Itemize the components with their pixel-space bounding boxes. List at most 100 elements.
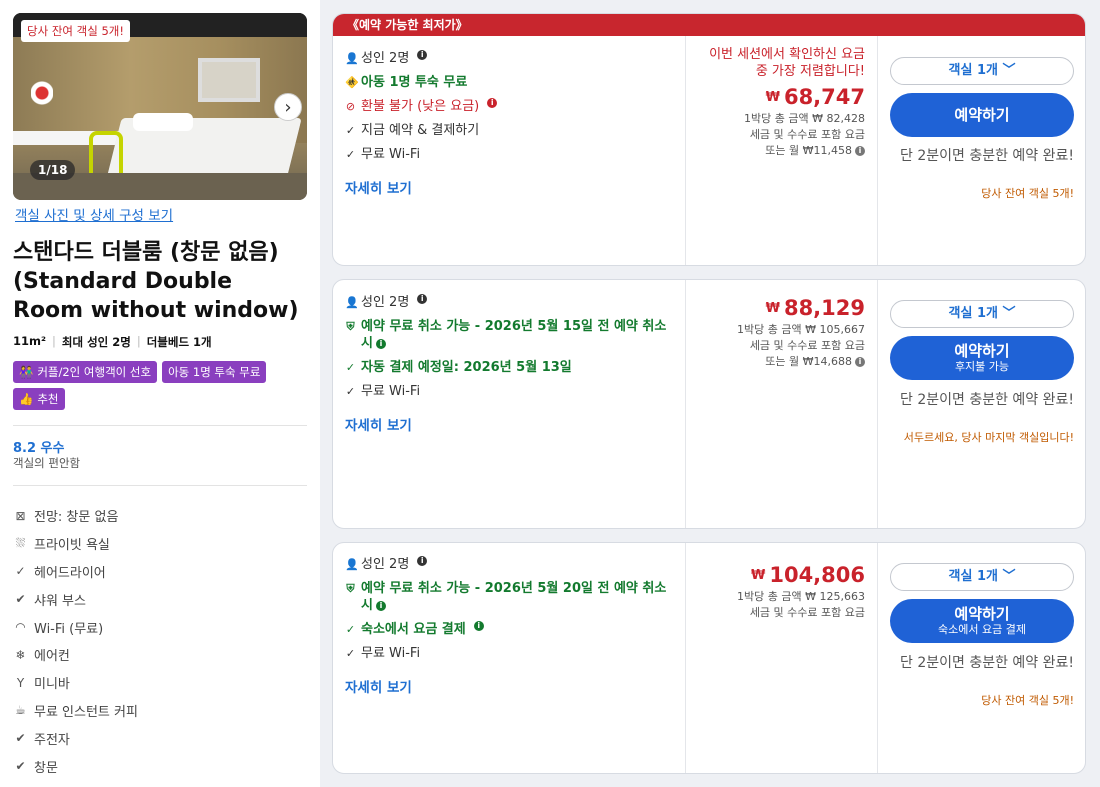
chevron-right-icon: ›: [284, 96, 292, 118]
feature-label: 예약 무료 취소 가능 - 2026년 5월 15일 전 예약 취소 시: [361, 319, 667, 351]
room-gallery-link[interactable]: 객실 사진 및 상세 구성 보기: [15, 204, 173, 224]
details-link[interactable]: 자세히 보기: [345, 177, 673, 197]
feature-wifi: ✓ 무료 Wi-Fi: [345, 146, 673, 163]
details-link[interactable]: 자세히 보기: [345, 414, 673, 434]
feature-wifi: ✓ 무료 Wi-Fi: [345, 383, 673, 400]
room-quantity-select[interactable]: 객실 1개 ﹀: [890, 300, 1074, 328]
feature-wifi: ✓ 무료 Wi-Fi: [345, 645, 673, 662]
next-photo-button[interactable]: ›: [274, 93, 302, 121]
info-icon[interactable]: i: [855, 357, 865, 367]
quick-booking-note: 단 2분이면 충분한 예약 완료!: [900, 655, 1074, 671]
divider: [13, 485, 307, 486]
details-link[interactable]: 자세히 보기: [345, 676, 673, 696]
price: ₩104,806: [698, 563, 865, 587]
snowflake-icon: ❄: [15, 647, 26, 662]
amenity-item: ✔ 창문: [14, 752, 314, 780]
amenity-item: ☕ 무료 인스턴트 커피: [14, 697, 314, 725]
offer-card: 👤 성인 2명 i ⛨ 예약 무료 취소 가능 - 2026년 5월 15일 전 예약…: [332, 279, 1086, 529]
info-icon[interactable]: i: [487, 98, 498, 108]
tax-note: 세금 및 수수료 포함 요금: [749, 606, 865, 619]
room-size: 11m²: [13, 334, 47, 348]
feature-free-cancel: ⛨ 예약 무료 취소 가능 - 2026년 5월 20일 전 예약 취소 시i: [345, 580, 673, 614]
monthly-installment: 또는 월 ₩14,688 i: [698, 354, 865, 370]
chevron-down-icon: ﹀: [1002, 63, 1016, 78]
max-occupancy: 최대 성인 2명: [61, 335, 131, 349]
check-circle-icon: ✔: [15, 759, 26, 774]
photo-frame: [198, 58, 260, 102]
book-label: 예약하기: [954, 604, 1010, 623]
offer-price: 이번 세션에서 확인하신 요금 중 가장 저렴합니다! ₩68,747 1박당 …: [686, 36, 878, 265]
feature-label: 환불 불가 (낮은 요금): [361, 99, 480, 114]
offer-actions: 객실 1개 ﹀ 예약하기 단 2분이면 충분한 예약 완료! 당사 잔여 객실 …: [878, 36, 1085, 265]
chevron-down-icon: ﹀: [1002, 569, 1016, 584]
info-icon[interactable]: i: [855, 146, 865, 156]
offer-card: 《예약 가능한 최저가》 👤 성인 2명 i 🚸 아동 1명 투숙 무료 ⊘ 환불 불가…: [332, 13, 1086, 266]
feature-label: 지금 예약 & 결제하기: [361, 123, 480, 138]
offer-conditions: 👤 성인 2명 i ⛨ 예약 무료 취소 가능 - 2026년 5월 20일 전 예약…: [333, 543, 686, 773]
room-specs: 11m² | 최대 성인 2명 | 더블베드 1개: [13, 334, 212, 350]
no-icon: ⊘: [345, 100, 356, 113]
child-icon: 🚸: [345, 76, 359, 89]
tag-couple: 👫 커플/2인 여행객이 선호: [13, 361, 158, 383]
spec-divider: |: [52, 334, 56, 348]
tag-label: 커플/2인 여행객이 선호: [37, 365, 152, 379]
quick-booking-note: 단 2분이면 충분한 예약 완료!: [900, 148, 1074, 164]
amenity-item: ⊠ 전망: 창문 없음: [14, 502, 314, 530]
feature-label: 아동 1명 투숙 무료: [361, 75, 468, 90]
info-icon[interactable]: i: [375, 600, 386, 611]
currency: ₩: [751, 568, 766, 583]
tag-recommended: 👍 추천: [13, 388, 65, 410]
info-icon[interactable]: i: [417, 294, 428, 304]
book-sublabel: 후지불 가능: [954, 359, 1010, 373]
check-icon: ✓: [345, 148, 356, 161]
amenity-item: Y 미니바: [14, 669, 314, 697]
check-circle-icon: ✔: [15, 731, 26, 746]
book-label: 예약하기: [954, 341, 1010, 360]
amenity-item: ❄ 에어컨: [14, 641, 314, 669]
book-button[interactable]: 예약하기 후지불 가능: [890, 336, 1074, 380]
scarcity-note: 서두르세요, 당사 마지막 객실입니다!: [903, 431, 1074, 444]
room-quantity-select[interactable]: 객실 1개 ﹀: [890, 57, 1074, 85]
book-sublabel: 숙소에서 요금 결제: [938, 622, 1026, 636]
feature-child-free: 🚸 아동 1명 투숙 무료: [345, 74, 673, 91]
info-icon[interactable]: i: [473, 621, 484, 631]
photo-counter: 1/18: [30, 160, 76, 180]
tag-label: 아동 1명 투숙 무료: [168, 365, 261, 379]
feature-label: 숙소에서 요금 결제: [361, 622, 466, 637]
price-value: 68,747: [783, 85, 865, 109]
room-quantity-select[interactable]: 객실 1개 ﹀: [890, 563, 1074, 591]
window-icon: ⊠: [15, 508, 26, 523]
currency: ₩: [765, 90, 780, 105]
occupancy-line: 👤 성인 2명 i: [345, 294, 673, 311]
wifi-icon: ◠: [15, 620, 26, 635]
occupancy-line: 👤 성인 2명 i: [345, 556, 673, 573]
monthly-installment: 또는 월 ₩11,458 i: [698, 143, 865, 159]
scarcity-note: 당사 잔여 객실 5개!: [981, 187, 1074, 200]
feature-free-cancel: ⛨ 예약 무료 취소 가능 - 2026년 5월 15일 전 예약 취소 시i: [345, 318, 673, 352]
offer-actions: 객실 1개 ﹀ 예약하기 후지불 가능 단 2분이면 충분한 예약 완료! 서두르…: [878, 280, 1085, 528]
person-icon: 👤: [345, 558, 359, 571]
book-button[interactable]: 예약하기: [890, 93, 1074, 137]
info-icon[interactable]: i: [417, 556, 428, 566]
feature-auto-payment: ✓ 자동 결제 예정일: 2026년 5월 13일: [345, 359, 673, 376]
offer-actions: 객실 1개 ﹀ 예약하기 숙소에서 요금 결제 단 2분이면 충분한 예약 완료!…: [878, 543, 1085, 773]
info-icon[interactable]: i: [417, 50, 428, 60]
check-icon: ✓: [345, 124, 356, 137]
feature-label: 예약 무료 취소 가능 - 2026년 5월 20일 전 예약 취소 시: [361, 581, 667, 613]
info-icon[interactable]: i: [375, 338, 386, 349]
check-icon: ✓: [345, 385, 356, 398]
feature-label: 무료 Wi-Fi: [361, 384, 421, 399]
price-value: 104,806: [769, 563, 865, 587]
occupancy-label: 성인 2명: [361, 295, 410, 310]
per-night-total: 1박당 총 금액 ₩ 105,667: [737, 323, 865, 336]
amenity-item: ✔ 주전자: [14, 724, 314, 752]
feature-pay-now: ✓ 지금 예약 & 결제하기: [345, 122, 673, 139]
offer-conditions: 👤 성인 2명 i 🚸 아동 1명 투숙 무료 ⊘ 환불 불가 (낮은 요금) i ✓ 지금…: [333, 36, 686, 265]
amenity-label: 에어컨: [34, 649, 70, 665]
bed-type: 더블베드 1개: [146, 335, 212, 349]
offer-price: ₩104,806 1박당 총 금액 ₩ 125,663 세금 및 수수료 포함 …: [686, 543, 878, 773]
book-button[interactable]: 예약하기 숙소에서 요금 결제: [890, 599, 1074, 643]
check-icon: ✓: [345, 647, 356, 660]
price: ₩88,129: [698, 296, 865, 320]
check-icon: ✓: [345, 361, 356, 374]
